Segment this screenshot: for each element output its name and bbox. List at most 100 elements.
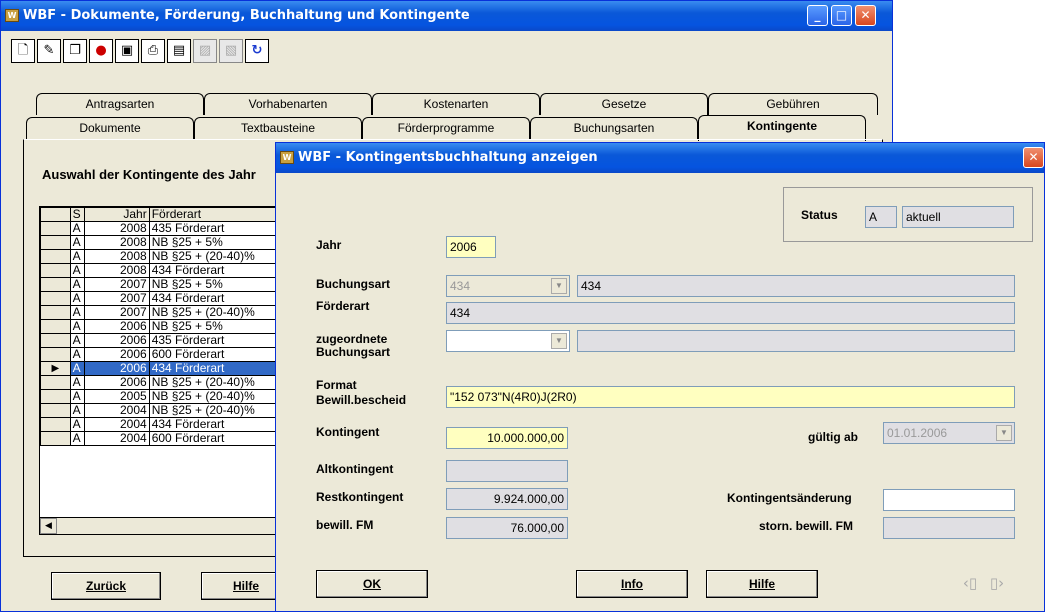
tab-gebuehren[interactable]: Gebühren <box>708 93 878 115</box>
cell-s[interactable]: A <box>69 347 85 362</box>
row-header[interactable] <box>40 277 71 292</box>
table-row[interactable]: A 2008 NB §25 + 5% <box>40 235 278 250</box>
cell-foerderart[interactable]: NB §25 + (20-40)% <box>148 305 278 320</box>
cell-foerderart[interactable]: 434 Förderart <box>148 417 278 432</box>
table-row[interactable]: A 2005 NB §25 + (20-40)% <box>40 389 278 404</box>
buchungsart-combo[interactable]: 434 ▼ <box>446 275 570 297</box>
row-header[interactable] <box>40 319 71 334</box>
cell-s[interactable]: A <box>69 431 85 446</box>
tab-antragsarten[interactable]: Antragsarten <box>36 93 204 115</box>
cell-jahr[interactable]: 2004 <box>83 431 150 446</box>
row-header[interactable] <box>40 389 71 404</box>
row-header[interactable] <box>40 417 71 432</box>
scroll-left-icon[interactable]: ◀ <box>40 518 57 534</box>
cell-jahr[interactable]: 2004 <box>83 403 150 418</box>
cell-s[interactable]: A <box>69 235 85 250</box>
new-document-icon[interactable]: 🗋 <box>11 39 35 63</box>
table-row[interactable]: A 2006 NB §25 + 5% <box>40 319 278 334</box>
cell-foerderart[interactable]: NB §25 + (20-40)% <box>148 403 278 418</box>
cell-s[interactable]: A <box>69 291 85 306</box>
format-field[interactable]: "152 073"N(4R0)J(2R0) <box>446 386 1015 408</box>
tab-vorhabenarten[interactable]: Vorhabenarten <box>204 93 372 115</box>
row-header[interactable] <box>40 263 71 278</box>
chevron-down-icon[interactable]: ▼ <box>996 425 1012 441</box>
cell-s[interactable]: A <box>69 221 85 236</box>
cell-jahr[interactable]: 2006 <box>83 319 150 334</box>
row-header[interactable] <box>40 403 71 418</box>
ok-button[interactable]: OK <box>316 570 428 598</box>
row-header[interactable] <box>40 305 71 320</box>
edit-icon[interactable]: ✎ <box>37 39 61 63</box>
col-header-s[interactable]: S <box>69 207 85 222</box>
cell-s[interactable]: A <box>69 263 85 278</box>
jahr-field[interactable]: 2006 <box>446 236 496 258</box>
table-row[interactable]: A 2008 434 Förderart <box>40 263 278 278</box>
cell-s[interactable]: A <box>69 249 85 264</box>
minimize-button[interactable]: _ <box>807 5 828 26</box>
col-header-jahr[interactable]: Jahr <box>83 207 150 222</box>
cell-jahr[interactable]: 2006 <box>83 333 150 348</box>
kontingent-field[interactable]: 10.000.000,00 <box>446 427 568 449</box>
tab-kostenarten[interactable]: Kostenarten <box>372 93 540 115</box>
row-header[interactable] <box>40 375 71 390</box>
dialog-close-button[interactable]: ✕ <box>1023 147 1044 168</box>
cell-foerderart[interactable]: 600 Förderart <box>148 431 278 446</box>
cell-foerderart[interactable]: 434 Förderart <box>148 263 278 278</box>
chevron-down-icon[interactable]: ▼ <box>551 333 567 349</box>
row-header[interactable] <box>40 431 71 446</box>
col-header-foerderart[interactable]: Förderart <box>148 207 278 222</box>
table-row[interactable]: A 2004 434 Förderart <box>40 417 278 432</box>
row-header[interactable] <box>40 249 71 264</box>
row-header[interactable] <box>40 333 71 348</box>
tab-kontingente[interactable]: Kontingente <box>698 115 866 141</box>
delete-icon[interactable]: ● <box>89 39 113 63</box>
cell-s[interactable]: A <box>69 361 85 376</box>
cell-jahr[interactable]: 2005 <box>83 389 150 404</box>
cell-s[interactable]: A <box>69 403 85 418</box>
chevron-down-icon[interactable]: ▼ <box>551 278 567 294</box>
zugeordnete-combo[interactable]: ▼ <box>446 330 570 352</box>
cell-jahr[interactable]: 2008 <box>83 235 150 250</box>
horizontal-scrollbar[interactable]: ◀ <box>40 517 278 534</box>
cell-foerderart[interactable]: 434 Förderart <box>148 361 278 376</box>
table-row[interactable]: A 2006 NB §25 + (20-40)% <box>40 375 278 390</box>
cell-s[interactable]: A <box>69 333 85 348</box>
gueltig-ab-combo[interactable]: 01.01.2006 ▼ <box>883 422 1015 444</box>
tab-textbausteine[interactable]: Textbausteine <box>194 117 362 139</box>
cell-foerderart[interactable]: NB §25 + (20-40)% <box>148 389 278 404</box>
cell-jahr[interactable]: 2007 <box>83 305 150 320</box>
row-header[interactable] <box>40 347 71 362</box>
cell-jahr[interactable]: 2008 <box>83 221 150 236</box>
table-row[interactable]: A 2008 NB §25 + (20-40)% <box>40 249 278 264</box>
cell-s[interactable]: A <box>69 305 85 320</box>
table-row[interactable]: A 2004 NB §25 + (20-40)% <box>40 403 278 418</box>
print-icon[interactable]: ⎙ <box>141 39 165 63</box>
table-row[interactable]: ▶ A 2006 434 Förderart <box>40 361 278 376</box>
export-icon[interactable]: ▤ <box>167 39 191 63</box>
table-row[interactable]: A 2007 NB §25 + 5% <box>40 277 278 292</box>
cell-jahr[interactable]: 2008 <box>83 249 150 264</box>
row-header[interactable] <box>40 291 71 306</box>
row-header[interactable] <box>40 221 71 236</box>
cell-foerderart[interactable]: 435 Förderart <box>148 333 278 348</box>
table-row[interactable]: A 2006 600 Förderart <box>40 347 278 362</box>
tab-buchungsarten[interactable]: Buchungsarten <box>530 117 698 139</box>
copy-icon[interactable]: ❐ <box>63 39 87 63</box>
cell-s[interactable]: A <box>69 277 85 292</box>
cell-jahr[interactable]: 2008 <box>83 263 150 278</box>
tab-dokumente[interactable]: Dokumente <box>26 117 194 139</box>
cell-s[interactable]: A <box>69 375 85 390</box>
tab-foerderprogramme[interactable]: Förderprogramme <box>362 117 530 139</box>
cell-foerderart[interactable]: 435 Förderart <box>148 221 278 236</box>
cell-s[interactable]: A <box>69 389 85 404</box>
main-titlebar[interactable]: W WBF - Dokumente, Förderung, Buchhaltun… <box>1 1 892 31</box>
table-row[interactable]: A 2008 435 Förderart <box>40 221 278 236</box>
cell-jahr[interactable]: 2006 <box>83 375 150 390</box>
row-header[interactable] <box>40 235 71 250</box>
cell-foerderart[interactable]: 600 Förderart <box>148 347 278 362</box>
refresh-icon[interactable]: ↻ <box>245 39 269 63</box>
cell-jahr[interactable]: 2007 <box>83 291 150 306</box>
cell-foerderart[interactable]: NB §25 + 5% <box>148 277 278 292</box>
cell-jahr[interactable]: 2007 <box>83 277 150 292</box>
table-row[interactable]: A 2007 NB §25 + (20-40)% <box>40 305 278 320</box>
